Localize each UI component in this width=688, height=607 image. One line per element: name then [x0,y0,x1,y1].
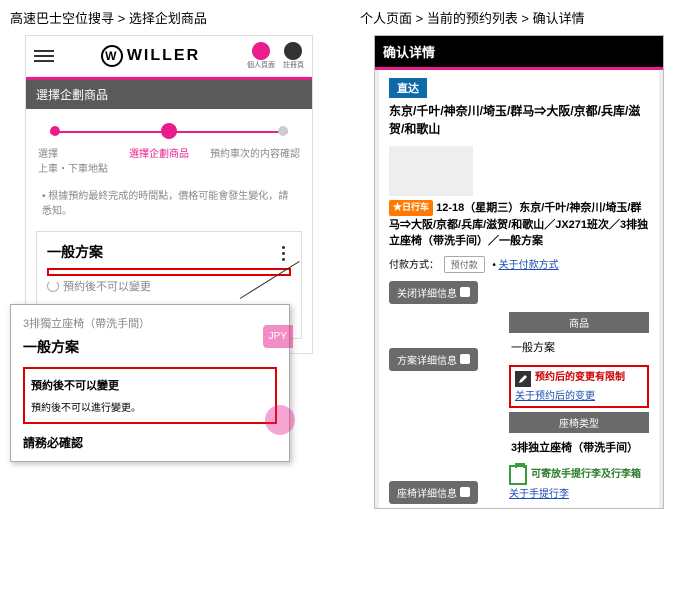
expand-icon [460,354,470,364]
payment-row: 付款方式： 预付款 • 关于付款方式 [389,256,649,273]
route-text: 东京/千叶/神奈川/埼玉/群马⇒大阪/京都/兵库/滋贺/和歌山 [389,102,649,138]
login-icon[interactable]: 個人頁面 [247,42,275,70]
luggage-info: 可寄放手提行李及行李箱 [509,465,649,485]
plan-detail-popup: JPY 3排獨立座椅（帶洗手間） 一般方案 預約後不可以變更 預約後不可以進行變… [10,304,290,462]
step-indicator: 選擇上車・下車地點 選擇企劃商品 預約車次的内容確認 [26,109,312,183]
breadcrumb-left: 高速巴士空位搜寻 > 选择企划商品 [10,8,328,27]
more-menu-highlight [47,268,291,276]
luggage-icon [509,465,527,485]
willer-logo[interactable]: WWILLER [101,45,200,67]
luggage-link[interactable]: 关于手提行李 [509,489,569,500]
trip-description: ★日行车 12-18（星期三）东京/千叶/神奈川/埼玉/群马⇒大阪/京都/兵库/… [389,200,649,250]
refresh-icon [47,280,59,292]
product-name: 一般方案 [509,333,649,361]
close-detail-button[interactable]: 关闭详细信息 [389,281,478,304]
phone-right: 确认详情 直达 东京/千叶/神奈川/埼玉/群马⇒大阪/京都/兵库/滋贺/和歌山 … [374,35,664,509]
jpy-chip: JPY [263,325,293,348]
no-change-warning: 預約後不可以變更 預約後不可以進行變更。 [23,367,277,424]
payment-chip: 预付款 [444,256,485,273]
price-note: 根據預約最終完成的時間點，價格可能會發生變化，請悉知。 [26,183,312,227]
hamburger-icon[interactable] [34,50,54,62]
bus-image-placeholder [389,146,473,196]
page-title: 确认详情 [375,36,663,67]
change-restriction-card: 预约后的变更有限制 关于预约后的变更 [509,365,649,408]
member-icon[interactable]: 註冊頁 [283,42,304,70]
seat-detail-button[interactable]: 座椅详细信息 [389,481,478,504]
expand-icon [460,487,470,497]
direct-badge: 直达 [389,78,427,98]
popup-title: 一般方案 [23,337,277,357]
day-service-badge: ★日行车 [389,200,433,216]
collapse-icon [460,287,470,297]
change-link[interactable]: 关于预约后的变更 [515,391,595,402]
fab-partial [265,405,295,435]
more-menu-icon[interactable] [273,240,293,266]
no-change-note: 預約後不可以變更 [47,278,291,294]
section-title: 選擇企劃商品 [26,80,312,109]
popup-subtitle: 3排獨立座椅（帶洗手間） [23,315,277,331]
plan-title: 一般方案 [47,242,291,262]
plan-detail-button[interactable]: 方案详细信息 [389,348,478,371]
seat-name: 3排独立座椅（带洗手间） [509,433,649,461]
confirm-label: 請務必確認 [23,434,277,451]
pencil-icon [515,371,531,387]
seat-section-header: 座椅类型 [509,412,649,433]
product-section-header: 商品 [509,312,649,333]
payment-link[interactable]: 关于付款方式 [499,260,559,271]
breadcrumb-right: 个人页面 > 当前的预约列表 > 确认详情 [360,8,678,27]
